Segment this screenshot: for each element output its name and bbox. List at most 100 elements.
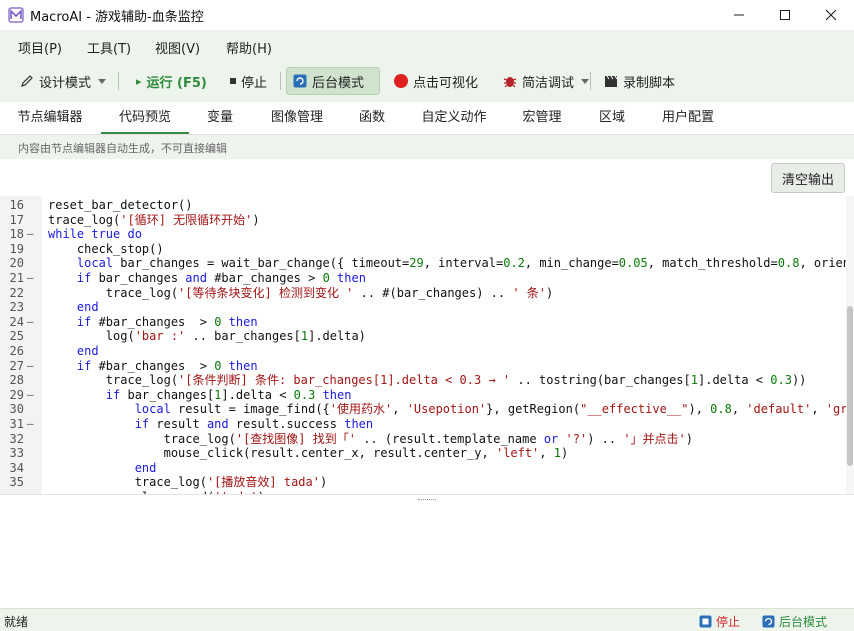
line-number: 33 — [9, 446, 24, 461]
fold-toggle-icon[interactable]: – — [27, 227, 34, 242]
fold-toggle-icon[interactable]: – — [27, 271, 34, 286]
tab-image-management[interactable]: 图像管理 — [268, 102, 326, 134]
code-text: local bar_changes = wait_bar_change({ ti… — [76, 256, 846, 271]
tab-variables[interactable]: 变量 — [202, 102, 238, 134]
code-line: 16 reset_bar_detector() — [0, 198, 846, 213]
background-mode-label: 后台模式 — [312, 75, 365, 91]
status-background-mode[interactable]: 后台模式 — [762, 613, 827, 630]
line-number: 35 — [9, 475, 24, 490]
fold-toggle-icon[interactable]: – — [27, 388, 34, 403]
code-line: 17 trace_log('[循环] 无限循环开始') — [0, 213, 846, 228]
code-text: check_stop() — [48, 241, 164, 256]
code-line: 31– if result and result.success then — [0, 417, 846, 432]
code-line: 21– if bar_changes and #bar_changes > 0 … — [0, 271, 846, 286]
status-bar: 就绪 停止 后台模式 — [0, 608, 854, 631]
toolbar-separator — [590, 72, 591, 90]
design-mode-dropdown[interactable]: 设计模式 — [14, 67, 112, 95]
code-line: 26 end — [0, 344, 846, 359]
line-number: 16 — [9, 198, 24, 212]
toolbar: 设计模式 ▸ 运行 (F5) 停止 后台模式 点击可视化 简洁调试 录制脚本 — [0, 60, 854, 103]
code-line: 22 trace_log('[等待条块变化] 检测到变化 ' .. #(bar_… — [0, 286, 846, 301]
code-text: mouse_click(result.center_x, result.cent… — [48, 446, 569, 461]
line-number: 32 — [9, 431, 24, 446]
clapperboard-icon — [605, 75, 618, 87]
code-text: end — [134, 460, 157, 475]
line-number: 20 — [9, 256, 24, 271]
toolbar-separator — [280, 72, 281, 90]
window-title: MacroAI - 游戏辅助-血条监控 — [30, 10, 204, 25]
code-line: 25 log('bar :' .. bar_changes[1].delta) — [0, 329, 846, 344]
maximize-button[interactable] — [762, 0, 808, 30]
panel-splitter[interactable] — [0, 494, 854, 505]
splitter-grip-icon — [418, 499, 436, 502]
tab-functions[interactable]: 函数 — [354, 102, 390, 134]
tab-macro-management[interactable]: 宏管理 — [519, 102, 565, 134]
pencil-icon — [21, 75, 33, 87]
code-line: 28 trace_log('[条件判断] 条件: bar_changes[1].… — [0, 373, 846, 388]
menu-bar: 项目(P) 工具(T) 视图(V) 帮助(H) — [0, 30, 854, 60]
readonly-notice: 内容由节点编辑器自动生成，不可直接编辑 — [0, 135, 854, 159]
code-text: local result = image_find({'使用药水', 'Usep… — [134, 402, 846, 417]
maximize-icon — [780, 10, 790, 20]
menu-project[interactable]: 项目(P) — [18, 38, 62, 57]
tab-code-preview[interactable]: 代码预览 — [101, 102, 189, 134]
code-text: while true do — [48, 227, 142, 242]
record-dot-icon — [394, 74, 408, 88]
fold-toggle-icon[interactable]: – — [27, 315, 34, 330]
title-bar: MacroAI - 游戏辅助-血条监控 — [0, 0, 854, 30]
play-icon: ▸ — [136, 74, 142, 88]
background-mode-toggle[interactable]: 后台模式 — [286, 67, 380, 95]
code-text: end — [76, 300, 99, 315]
line-number: 24 — [9, 314, 24, 329]
code-line: 19 check_stop() — [0, 242, 846, 257]
bug-icon — [503, 77, 517, 88]
notice-text: 内容由节点编辑器自动生成，不可直接编辑 — [18, 142, 227, 155]
app-logo-icon — [8, 7, 24, 23]
line-number: 26 — [9, 344, 24, 358]
click-visualize-toggle[interactable]: 点击可视化 — [388, 67, 484, 95]
menu-view[interactable]: 视图(V) — [155, 38, 200, 57]
menu-tools[interactable]: 工具(T) — [87, 38, 131, 57]
vertical-scrollbar[interactable] — [846, 196, 854, 494]
stop-icon — [230, 78, 236, 84]
record-script-label: 录制脚本 — [623, 75, 676, 91]
code-preview-editor[interactable]: 16 reset_bar_detector() 17 trace_log('[循环] … — [0, 196, 846, 494]
code-text: end — [76, 344, 99, 358]
record-script-button[interactable]: 录制脚本 — [598, 67, 681, 95]
chevron-down-icon — [98, 78, 107, 84]
run-button[interactable]: ▸ 运行 (F5) — [130, 67, 213, 95]
tab-custom-actions[interactable]: 自定义动作 — [420, 102, 488, 134]
line-number: 25 — [9, 329, 24, 344]
line-number: 30 — [9, 402, 24, 417]
code-line: 29– if bar_changes[1].delta < 0.3 then — [0, 388, 846, 403]
line-number: 18 — [9, 227, 24, 242]
menu-help[interactable]: 帮助(H) — [226, 38, 272, 57]
simple-debug-dropdown[interactable]: 简洁调试 — [497, 67, 595, 95]
line-number: 22 — [9, 285, 24, 300]
line-number: 19 — [9, 241, 24, 256]
code-line: 18– while true do — [0, 227, 846, 242]
fold-toggle-icon[interactable]: – — [27, 359, 34, 374]
code-text: if bar_changes[1].delta < 0.3 then — [105, 387, 352, 402]
tab-user-config[interactable]: 用户配置 — [658, 102, 718, 134]
code-line: 33 mouse_click(result.center_x, result.c… — [0, 446, 846, 461]
status-text: 就绪 — [4, 615, 29, 629]
code-text: trace_log('[查找图像] 找到「' .. (result.templa… — [48, 431, 693, 446]
clear-output-button[interactable]: 清空输出 — [771, 163, 845, 193]
status-stop-label: 停止 — [716, 615, 741, 629]
status-stop[interactable]: 停止 — [699, 613, 740, 630]
scrollbar-thumb[interactable] — [847, 306, 853, 466]
fold-toggle-icon[interactable]: – — [27, 417, 34, 432]
code-text: log('bar :' .. bar_changes[1].delta) — [48, 329, 366, 344]
code-text: trace_log('[条件判断] 条件: bar_changes[1].del… — [48, 373, 807, 388]
close-button[interactable] — [808, 0, 854, 30]
tab-regions[interactable]: 区域 — [594, 102, 630, 134]
tab-node-editor[interactable]: 节点编辑器 — [14, 102, 86, 134]
code-text: reset_bar_detector() — [48, 198, 193, 212]
line-number: 21 — [9, 271, 24, 285]
background-mode-icon — [293, 74, 307, 88]
minimize-button[interactable] — [716, 0, 762, 30]
code-line: 23 end — [0, 300, 846, 315]
code-text: if result and result.success then — [134, 417, 374, 431]
stop-button[interactable]: 停止 — [224, 67, 273, 95]
